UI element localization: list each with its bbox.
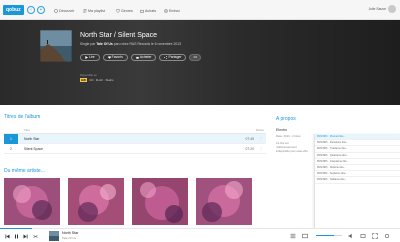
buy-label: Acheter [139, 55, 152, 59]
back-nav-button[interactable]: ‹ [27, 6, 35, 14]
more-button[interactable]: ••• [189, 54, 202, 61]
player-bar: North Star Tale Of Us [0, 228, 400, 242]
nav-discover[interactable]: Découvrir [54, 7, 74, 14]
nav-playlist-label: Ma playlist [88, 8, 105, 13]
user-name: Julie Sauve [368, 7, 386, 11]
nav-genres-label: Genres [121, 8, 133, 13]
avatar[interactable] [388, 5, 396, 13]
track-menu-icon[interactable]: ⋮ [256, 137, 266, 141]
album-thumbnail[interactable] [68, 178, 124, 225]
play-icon [85, 56, 88, 59]
track-list: Titre Durée 1 North Star 07:45 ⋮ 2 Silen… [4, 127, 266, 154]
nav-purchases-label: Achats [145, 8, 156, 13]
volume-icon[interactable] [348, 233, 354, 239]
pause-icon [14, 234, 18, 238]
track-title: Silent Space [24, 146, 44, 151]
popularity-dropdown: PM1/NP1 · Premier titre... PM1/NP1 · Deu… [314, 134, 400, 230]
about-title: A propos [276, 116, 296, 122]
header-title: Titre [24, 128, 30, 132]
about-genre[interactable]: Electro [276, 128, 287, 132]
broadcast-icon [164, 8, 168, 13]
hero-actions: Lire Favoris Acheter Partager ••• [80, 54, 202, 61]
quality-text: CD · FLAC · Studio [89, 78, 114, 82]
nav-broadcasts[interactable]: Emissi [164, 7, 180, 14]
share-button[interactable]: Partager [159, 54, 187, 61]
now-playing-title: North Star [62, 231, 79, 235]
now-playing-cover [49, 231, 59, 241]
heart-icon [116, 8, 120, 13]
fullscreen-icon[interactable] [372, 233, 378, 239]
forward-nav-button[interactable]: + [37, 6, 45, 14]
play-button[interactable]: Lire [80, 54, 100, 61]
album-hero: North Star / Silent Space Single par Tal… [0, 20, 400, 105]
next-icon [23, 234, 27, 238]
header-duration: Durée [255, 128, 264, 132]
play-label: Lire [89, 55, 95, 59]
volume-slider[interactable] [316, 235, 342, 236]
related-albums [4, 178, 252, 225]
buy-button[interactable]: Acheter [130, 54, 157, 61]
artist-link[interactable]: Tale Of Us [96, 42, 113, 46]
cast-icon[interactable] [302, 233, 308, 239]
cart-icon [136, 56, 139, 59]
shuffle-button[interactable] [31, 232, 39, 240]
share-icon [164, 56, 168, 59]
track-duration: 07:20 [245, 146, 255, 151]
favorite-button[interactable]: Favoris [102, 54, 128, 61]
shuffle-icon [32, 234, 38, 238]
related-section-title: Du même artiste... [4, 168, 45, 174]
volume-fill [316, 235, 335, 236]
quality-info: HiFi CD · FLAC · Studio [80, 78, 113, 82]
tracks-section-title: Titres de l'album [4, 114, 41, 120]
album-subtitle: Single par Tale Of Us paru chez R&S Reco… [80, 42, 181, 46]
subtitle-suffix: paru chez R&S Records le 6 novembre 2013 [113, 42, 182, 46]
heart-icon [107, 56, 111, 59]
repeat-icon[interactable] [360, 233, 366, 239]
about-text: Ce titre est malheureusement indisponibl… [276, 142, 308, 153]
progress-fill [0, 228, 32, 229]
previous-icon [5, 234, 9, 238]
track-row[interactable]: 2 Silent Space 07:20 ⋮ [4, 144, 266, 154]
top-bar: qobuz ‹ + Découvrir Ma playlist Genres A… [0, 0, 400, 20]
progress-bar[interactable] [0, 228, 400, 229]
track-menu-icon[interactable]: ⋮ [256, 147, 266, 151]
track-row[interactable]: 1 North Star 07:45 ⋮ [4, 133, 266, 144]
nav-discover-label: Découvrir [59, 8, 75, 13]
prev-button[interactable] [3, 232, 11, 240]
nav-genres[interactable]: Genres [116, 7, 133, 14]
album-title: North Star / Silent Space [80, 32, 158, 39]
album-thumbnail[interactable] [4, 178, 60, 225]
album-cover [40, 30, 72, 62]
playlist-icon [83, 9, 87, 12]
nav-playlist[interactable]: Ma playlist [83, 7, 105, 14]
track-number: 1 [4, 133, 18, 144]
qobuz-logo[interactable]: qobuz [3, 5, 24, 15]
about-meta: Date: 2013 · 2 titres [276, 134, 301, 138]
track-number: 2 [10, 146, 12, 151]
now-playing-artist[interactable]: Tale Of Us [62, 236, 76, 240]
bag-icon [140, 9, 144, 13]
share-label: Partager [168, 55, 182, 59]
favorite-label: Favoris [111, 55, 123, 59]
track-list-header: Titre Durée [4, 127, 266, 134]
available-label: Disponible en [80, 73, 97, 77]
compass-icon [54, 8, 58, 13]
list-item[interactable]: PM1/NP1 · Huitième titre... [315, 177, 400, 184]
track-duration: 07:45 [245, 136, 255, 141]
hifi-badge: HiFi [80, 78, 88, 82]
album-thumbnail[interactable] [132, 178, 188, 225]
user-menu[interactable]: Julie Sauve [368, 5, 396, 13]
settings-icon[interactable] [384, 233, 390, 239]
track-title: North Star [24, 136, 40, 141]
next-button[interactable] [21, 232, 29, 240]
queue-icon[interactable] [290, 233, 296, 239]
nav-purchases[interactable]: Achats [140, 7, 156, 14]
about-panel: A propos Electro Date: 2013 · 2 titres C… [276, 104, 400, 230]
album-thumbnail[interactable] [196, 178, 252, 225]
subtitle-prefix: Single par [80, 42, 96, 46]
nav-broadcasts-label: Emissi [169, 8, 180, 13]
pause-button[interactable] [12, 232, 20, 240]
